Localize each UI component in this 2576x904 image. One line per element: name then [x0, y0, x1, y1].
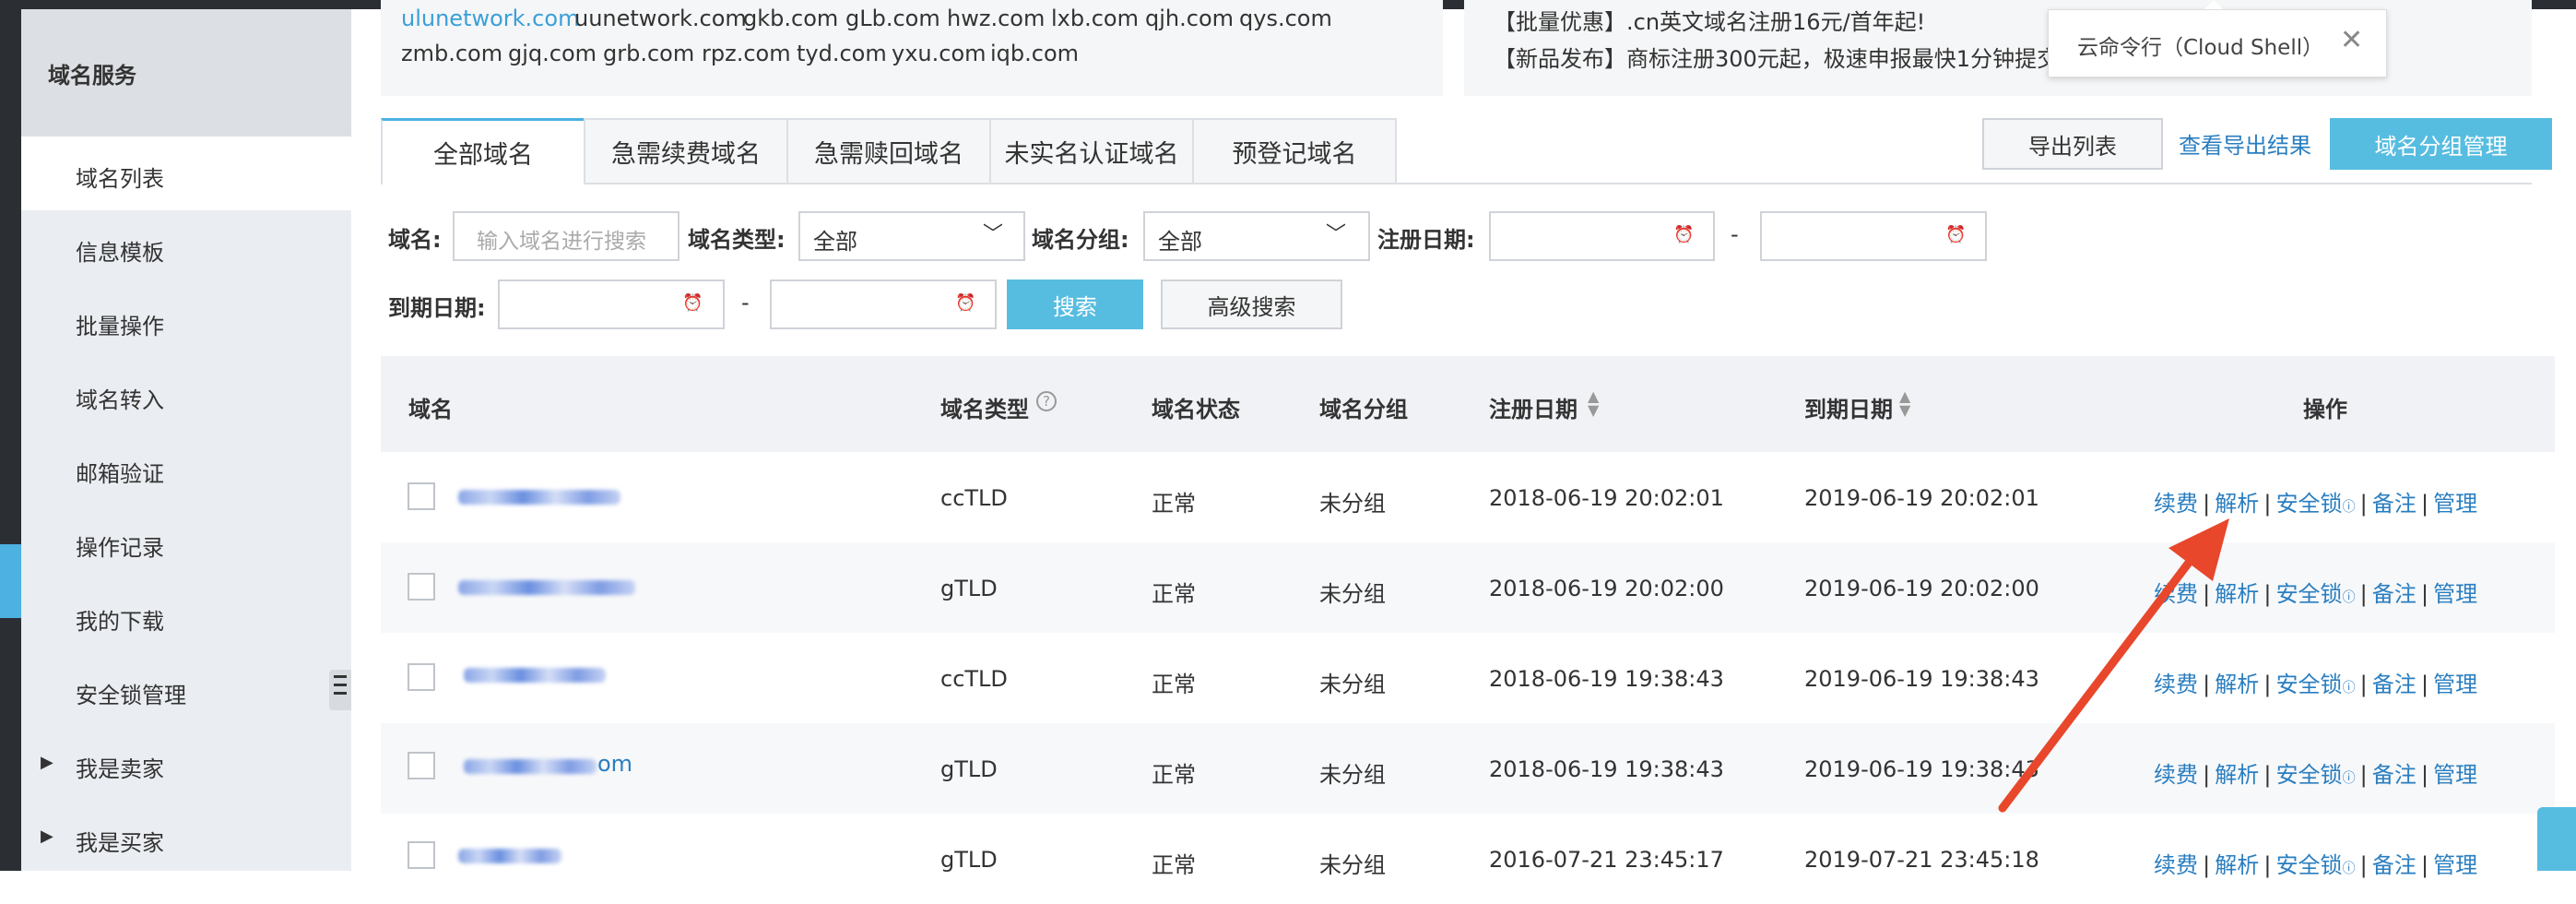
chat-icon[interactable] [2537, 807, 2576, 871]
annotation-arrow [1998, 518, 2229, 813]
